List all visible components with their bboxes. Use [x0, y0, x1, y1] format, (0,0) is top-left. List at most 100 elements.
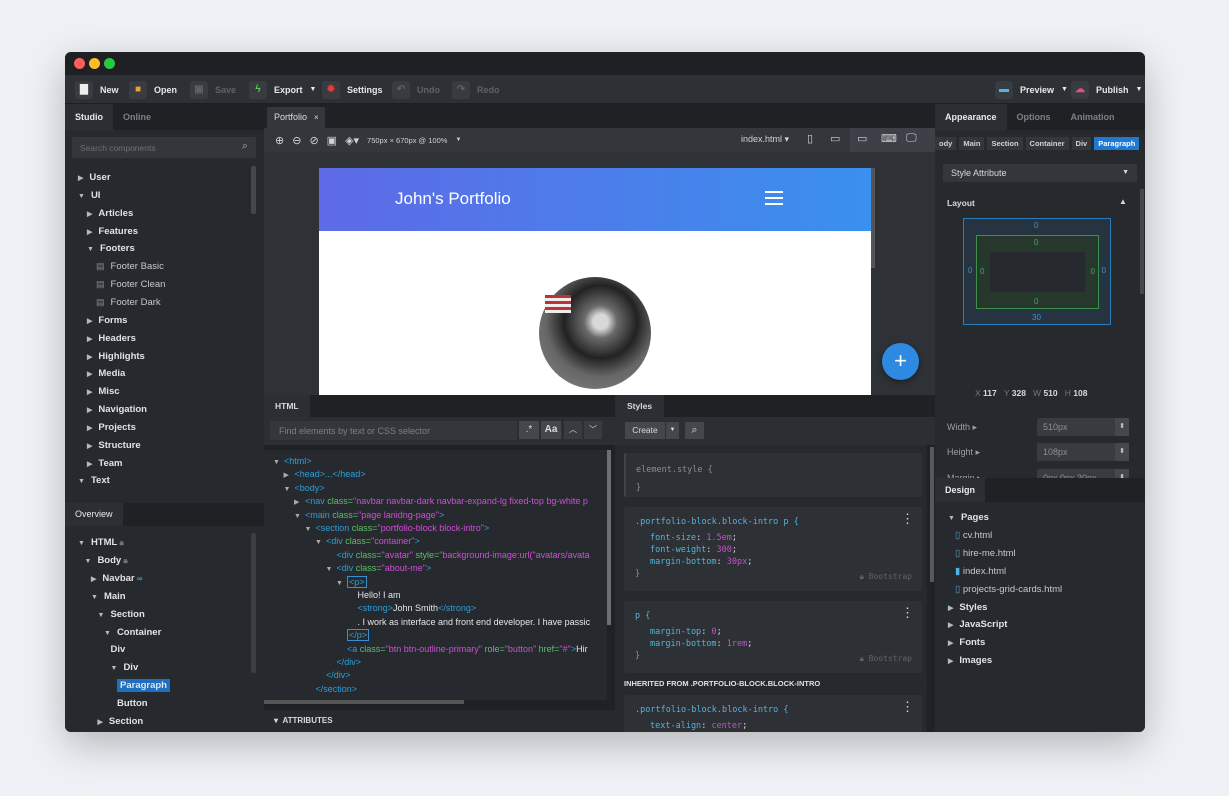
tree-item[interactable]: ▶ User [78, 172, 111, 183]
code-line[interactable]: ▼ <p> [336, 575, 367, 588]
tree-item[interactable]: Div [111, 644, 126, 655]
create-rule-button[interactable]: Create [625, 422, 665, 439]
caret-right-icon[interactable]: ▶ [948, 640, 953, 647]
margin-bottom-value[interactable]: 30 [1032, 313, 1041, 322]
prop-label-height[interactable]: Height ▸ [947, 447, 980, 458]
code-line[interactable]: </section> [305, 684, 358, 694]
code-line[interactable]: </div> [326, 657, 362, 667]
margin-right-value[interactable]: 0 [1102, 266, 1106, 275]
desktop-view-icon[interactable]: 🖵 [906, 132, 917, 145]
page-item[interactable]: ▯ cv.html [955, 530, 992, 541]
style-target-select[interactable]: Style Attribute ▼ [943, 164, 1137, 182]
next-match-button[interactable]: ﹀ [584, 421, 602, 439]
tree-item[interactable]: ▶ Misc [87, 386, 120, 397]
laptop-view-icon[interactable]: ⌨ [881, 132, 897, 145]
breadcrumb-ody[interactable]: ody [935, 137, 957, 150]
padding-left-value[interactable]: 0 [980, 267, 984, 276]
canvas-size-dropdown[interactable]: 750px × 670px @ 100% [367, 136, 447, 145]
selected-tag[interactable]: </p> [347, 629, 370, 642]
page-item[interactable]: ▯ projects-grid-cards.html [955, 584, 1062, 595]
scrollbar[interactable] [251, 533, 256, 673]
caret-down-icon[interactable]: ▼ [326, 566, 337, 573]
tree-item[interactable]: ▶ Highlights [87, 351, 145, 362]
tab-design[interactable]: Design [935, 478, 986, 502]
close-tab-icon[interactable]: × [314, 107, 319, 128]
code-line[interactable]: ▶ <head>...</head> [284, 469, 366, 479]
design-section[interactable]: ▶ Fonts [948, 637, 985, 648]
element-style-rule[interactable]: element.style {} [624, 453, 922, 497]
caret-right-icon[interactable]: ▶ [87, 318, 92, 325]
css-rule-card[interactable]: .portfolio-block.block-intro {text-align… [624, 695, 922, 732]
tree-item[interactable]: ▶ Headers [87, 333, 136, 344]
caret-down-icon[interactable]: ▼ [273, 459, 284, 466]
rotate-icon[interactable]: ⊘ [309, 134, 318, 147]
caret-right-icon[interactable]: ▶ [87, 443, 92, 450]
search-components-input[interactable]: Search components ⌕ [72, 137, 256, 158]
design-section[interactable]: ▶ Styles [948, 602, 987, 613]
tree-item[interactable]: ▤ Footer Dark [96, 297, 161, 308]
minimize-window-button[interactable] [89, 58, 100, 69]
scrollbar[interactable] [930, 447, 934, 582]
caret-down-icon[interactable]: ▼ [91, 594, 98, 601]
code-line[interactable]: </div> [315, 670, 351, 680]
kebab-menu-icon[interactable]: ⋮ [901, 513, 914, 526]
margin-left-value[interactable]: 0 [968, 266, 972, 275]
caret-down-icon[interactable]: ▼ [948, 515, 955, 522]
tree-item[interactable]: ▼ UI [78, 190, 100, 201]
css-rule-card[interactable]: .portfolio-block.block-intro p {font-siz… [624, 507, 922, 591]
collapse-icon[interactable]: ▲ [1119, 197, 1127, 206]
stepper-icon[interactable]: ⬍ [1115, 443, 1129, 462]
caret-down-icon[interactable]: ▼ [305, 526, 316, 533]
site-title[interactable]: John's Portfolio [395, 189, 511, 209]
caret-right-icon[interactable]: ▶ [948, 658, 953, 665]
code-line[interactable]: <strong>John Smith</strong> [347, 603, 477, 613]
caret-down-icon[interactable]: ▼ [315, 539, 326, 546]
phone-view-icon[interactable]: ▯ [807, 132, 813, 145]
create-options-dropdown[interactable]: ▼ [666, 422, 679, 439]
tablet-view-icon[interactable]: ▭ [830, 132, 840, 145]
caret-down-icon[interactable]: ▼ [98, 612, 105, 619]
declaration[interactable]: margin-bottom: 30px; [650, 556, 911, 568]
open-button[interactable]: ■ Open [129, 80, 177, 99]
tab-online[interactable]: Online [113, 104, 161, 130]
tab-styles[interactable]: Styles [615, 395, 665, 417]
height-input[interactable]: 108px ⬍ [1037, 443, 1129, 462]
padding-top-value[interactable]: 0 [1034, 238, 1038, 247]
breadcrumb-section[interactable]: Section [987, 137, 1023, 150]
kebab-menu-icon[interactable]: ⋮ [901, 607, 914, 620]
caret-right-icon[interactable]: ▶ [87, 425, 92, 432]
avatar-image[interactable] [539, 277, 651, 389]
tree-item[interactable]: ▶ Articles [87, 208, 133, 219]
caret-right-icon[interactable]: ▶ [948, 605, 953, 612]
search-styles-icon[interactable]: ⌕ [685, 422, 704, 439]
tree-item[interactable]: ▶ Media [87, 368, 125, 379]
tree-item[interactable]: ▶ Forms [87, 315, 127, 326]
prop-label-width[interactable]: Width ▸ [947, 422, 977, 433]
tree-item[interactable]: ▼ Div [111, 662, 139, 673]
css-rule-card[interactable]: p {margin-top: 0; margin-bottom: 1rem;} ⋮ 🔒… [624, 601, 922, 673]
caret-down-icon[interactable]: ▼ [336, 580, 347, 587]
code-line[interactable]: ▼ <div class="container"> [315, 536, 420, 546]
scrollbar[interactable] [607, 450, 611, 625]
code-line[interactable]: Hello! I am [347, 590, 401, 600]
save-button[interactable]: ▣ Save [190, 80, 236, 99]
page-item[interactable]: ▯ hire-me.html [955, 548, 1016, 559]
design-section[interactable]: ▶ Images [948, 655, 992, 666]
breadcrumb-container[interactable]: Container [1025, 137, 1069, 150]
caret-right-icon[interactable]: ▶ [284, 471, 295, 479]
match-case-toggle[interactable]: Aa [541, 421, 561, 439]
code-line[interactable]: ▶ <nav class="navbar navbar-dark navbar-… [294, 496, 588, 506]
declaration[interactable]: font-size: 1.5em; [650, 532, 911, 544]
frame-icon[interactable]: ▣ [327, 134, 337, 147]
tree-item[interactable]: ▶ Team [87, 458, 123, 469]
caret-down-icon[interactable]: ▼ [78, 478, 85, 485]
breadcrumb-paragraph[interactable]: Paragraph [1094, 137, 1140, 150]
caret-down-icon[interactable]: ▼ [87, 246, 94, 253]
tree-item[interactable]: ▼ Section [98, 609, 145, 620]
previous-match-button[interactable]: ︿ [564, 421, 582, 439]
preview-button[interactable]: ▬ Preview ▼ [995, 80, 1068, 99]
tablet-landscape-view-icon[interactable]: ▭ [857, 132, 867, 145]
declaration[interactable]: margin-top: 0; [650, 626, 911, 638]
layout-section-title[interactable]: Layout [947, 198, 975, 208]
tree-item[interactable]: ▶ Navigation [87, 404, 147, 415]
